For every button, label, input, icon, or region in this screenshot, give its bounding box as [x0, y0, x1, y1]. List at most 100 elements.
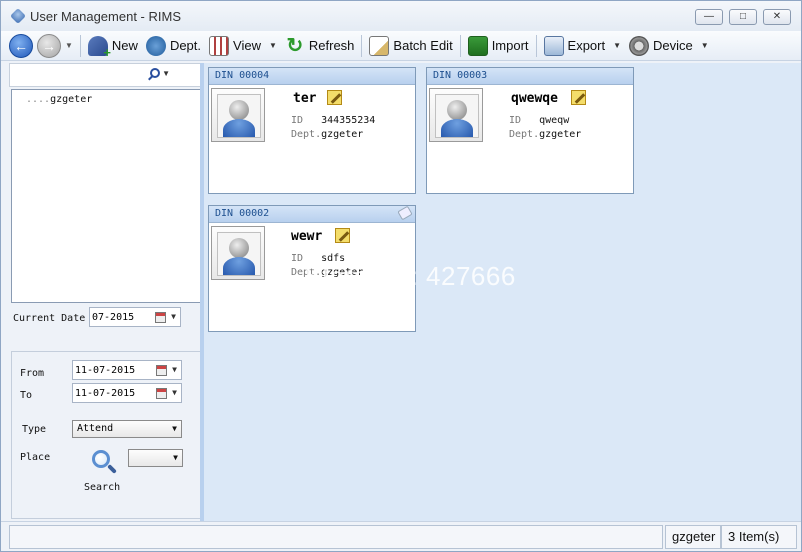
chevron-down-icon: ▼ — [700, 41, 709, 50]
dept-button-label: Dept. — [169, 38, 202, 53]
card-id-label: ID — [509, 115, 522, 126]
minimize-button[interactable]: — — [695, 9, 723, 25]
card-dept-label: Dept. — [509, 129, 540, 140]
card-dept-value: gzgeter — [539, 129, 582, 140]
card-header: DIN 00002 — [209, 205, 415, 223]
batch-edit-button-label: Batch Edit — [393, 38, 453, 53]
maximize-button[interactable]: □ — [729, 9, 757, 25]
edit-icon[interactable] — [327, 90, 342, 105]
current-date-picker[interactable]: 07-2015 ▼ — [89, 307, 181, 327]
close-button[interactable]: ✕ — [763, 9, 791, 25]
card-id-label: ID — [291, 253, 304, 264]
chevron-down-icon[interactable]: ▼ — [162, 69, 170, 78]
view-button-label: View — [233, 38, 261, 53]
search-button-label[interactable]: Search — [84, 482, 120, 493]
current-date-value: 07-2015 — [92, 311, 135, 323]
edit-icon[interactable] — [571, 90, 586, 105]
device-button[interactable]: Device ▼ — [625, 33, 713, 59]
arrow-right-icon: → — [42, 37, 56, 54]
card-dept-row: Dept.gzgeter — [509, 129, 581, 140]
tree-connector: .... — [26, 94, 51, 105]
app-window: User Management - RIMS — □ ✕ ← → ▼ New D… — [0, 0, 802, 552]
batch-edit-button[interactable]: Batch Edit — [365, 33, 456, 59]
arrow-left-icon: ← — [14, 37, 28, 54]
magnifier-icon[interactable] — [90, 448, 118, 476]
export-button-label: Export — [567, 38, 606, 53]
chevron-down-icon: ▼ — [173, 453, 178, 462]
refresh-button[interactable]: ↻ Refresh — [281, 33, 359, 59]
card-dept-row: Dept.gzgeter — [291, 129, 363, 140]
export-button[interactable]: Export ▼ — [540, 33, 626, 59]
status-message — [9, 525, 663, 549]
import-button[interactable]: Import — [464, 33, 533, 59]
magnifier-handle — [107, 464, 117, 474]
card-id-row: ID qweqw — [509, 115, 569, 126]
forward-button[interactable]: → — [37, 33, 61, 58]
chevron-down-icon: ▼ — [171, 312, 176, 321]
edit-icon[interactable] — [335, 228, 350, 243]
chevron-down-icon: ▼ — [268, 41, 277, 50]
tree-node-label: gzgeter — [50, 94, 93, 105]
card-user-name: qwewqe — [511, 91, 558, 106]
type-select-value: Attend — [77, 423, 114, 434]
from-label: From — [20, 368, 45, 379]
import-button-label: Import — [491, 38, 529, 53]
avatar — [211, 88, 265, 142]
avatar — [429, 88, 483, 142]
search-icon[interactable] — [150, 68, 160, 78]
chevron-down-icon: ▼ — [172, 424, 177, 433]
left-panel: ▼ ....gzgeter Current Date 07-2015 ▼ Fro… — [7, 63, 201, 519]
chevron-down-icon: ▼ — [172, 365, 177, 374]
card-user-name: wewr — [291, 229, 323, 244]
gear-icon — [629, 35, 650, 56]
back-button[interactable]: ← — [9, 33, 33, 58]
refresh-icon: ↻ — [286, 34, 304, 57]
type-select[interactable]: Attend ▼ — [72, 420, 182, 438]
export-icon — [543, 35, 564, 56]
title-bar: User Management - RIMS — □ ✕ — [1, 1, 801, 31]
new-button-label: New — [111, 38, 138, 53]
watermark-text: Store No: 427666 — [304, 261, 516, 291]
add-user-icon — [87, 35, 111, 60]
card-id-value: 344355234 — [321, 115, 376, 126]
chevron-down-icon: ▼ — [613, 41, 622, 50]
user-cards-area: DIN 00004 ter ID 344355234 Dept.gzgeter … — [204, 63, 801, 521]
card-din: DIN 00004 — [215, 70, 270, 81]
toolbar-separator — [79, 34, 81, 57]
place-select[interactable]: ▼ — [128, 449, 183, 467]
department-tree[interactable]: ....gzgeter — [11, 89, 201, 303]
toolbar: ← → ▼ New Dept. View ▼ ↻ Refresh Batch E… — [1, 31, 801, 61]
toolbar-separator — [535, 34, 537, 57]
app-logo-icon — [10, 8, 26, 24]
refresh-button-label: Refresh — [308, 38, 355, 53]
view-button[interactable]: View ▼ — [205, 33, 281, 59]
to-label: To — [20, 390, 33, 401]
tree-node[interactable]: ....gzgeter — [26, 94, 92, 105]
view-grid-icon — [209, 35, 230, 56]
dept-button[interactable]: Dept. — [142, 33, 205, 59]
card-header: DIN 00004 — [209, 68, 415, 85]
status-user: gzgeter — [665, 525, 721, 549]
card-id-label: ID — [291, 115, 304, 126]
history-dropdown-icon[interactable]: ▼ — [65, 41, 73, 50]
type-label: Type — [22, 424, 47, 435]
calendar-icon — [155, 312, 166, 323]
card-header: DIN 00003 — [427, 68, 633, 85]
status-item-count: 3 Item(s) — [721, 525, 797, 549]
tree-search-bar[interactable]: ▼ — [9, 63, 201, 87]
user-card[interactable]: DIN 00004 ter ID 344355234 Dept.gzgeter — [208, 67, 416, 194]
card-dept-value: gzgeter — [321, 129, 364, 140]
to-date-picker[interactable]: 11-07-2015 ▼ — [72, 383, 182, 403]
new-button[interactable]: New — [84, 33, 142, 60]
department-icon — [145, 35, 166, 56]
from-date-value: 11-07-2015 — [75, 364, 136, 376]
card-din: DIN 00003 — [433, 70, 488, 81]
toolbar-separator — [459, 34, 461, 57]
from-date-picker[interactable]: 11-07-2015 ▼ — [72, 360, 182, 380]
window-controls: — □ ✕ — [695, 9, 791, 25]
calendar-icon — [156, 365, 167, 376]
card-din: DIN 00002 — [215, 208, 270, 219]
device-button-label: Device — [653, 38, 693, 53]
user-card[interactable]: DIN 00003 qwewqe ID qweqw Dept.gzgeter — [426, 67, 634, 194]
toolbar-separator — [361, 34, 363, 57]
